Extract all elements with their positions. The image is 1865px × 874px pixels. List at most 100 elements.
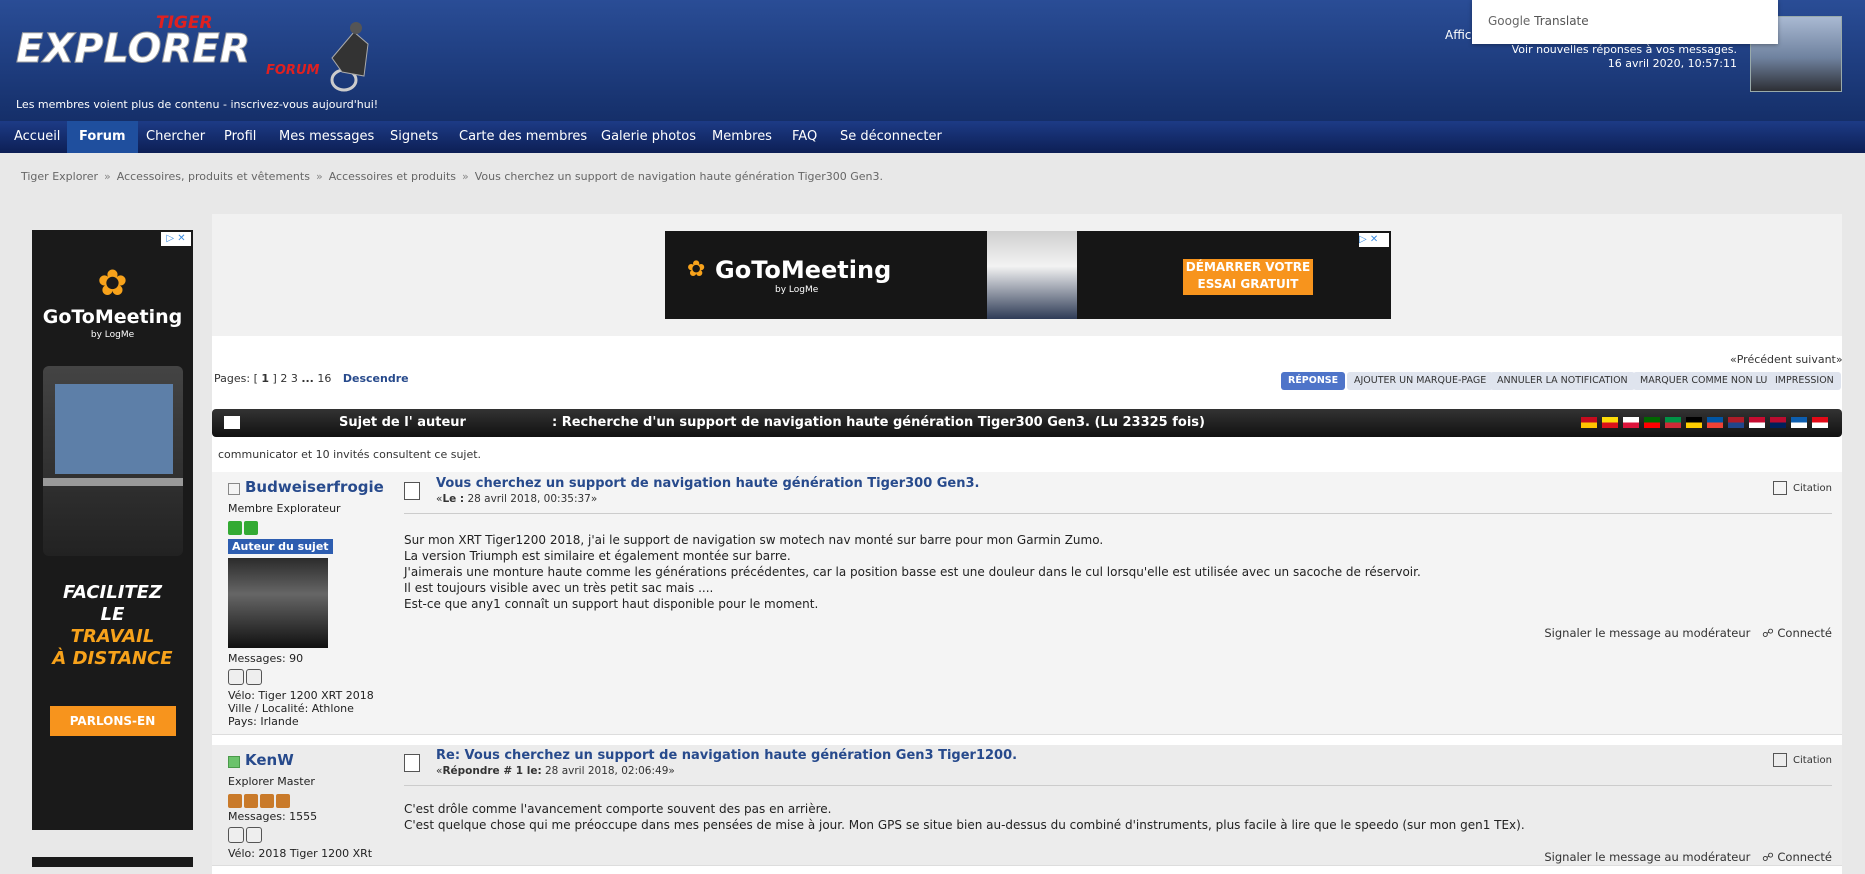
quote-icon: [1773, 753, 1788, 767]
post-subject[interactable]: Re: Vous cherchez un support de navigati…: [436, 748, 1017, 763]
page-link[interactable]: 2: [280, 372, 287, 385]
report-link[interactable]: Signaler le message au modérateur: [1544, 850, 1750, 864]
polish-flag[interactable]: [1623, 417, 1639, 428]
offline-status-icon: [228, 483, 240, 495]
message-icon[interactable]: [246, 669, 262, 685]
quote-button[interactable]: Citation: [1773, 753, 1832, 767]
page-link[interactable]: 16: [317, 372, 331, 385]
author-name[interactable]: KenW: [245, 751, 294, 769]
nav-carte-membres[interactable]: Carte des membres: [447, 121, 599, 153]
danish-flag[interactable]: [1749, 417, 1765, 428]
woman-image: [987, 231, 1077, 319]
rank-star-icon: [276, 794, 290, 808]
ad-headline-2: LE: [100, 604, 125, 625]
catalan-flag[interactable]: [1602, 417, 1618, 428]
topic-title: : Recherche d'un support de navigation h…: [552, 415, 1205, 430]
turkish-flag[interactable]: [1812, 417, 1828, 428]
nav-membres[interactable]: Membres: [700, 121, 784, 153]
forum-logo[interactable]: TIGER EXPLORER FORUM: [16, 13, 416, 104]
rank-stars: [228, 794, 388, 808]
top-ad-brand: GoToMeeting: [715, 256, 892, 284]
top-ad-close-icon[interactable]: ▷ ✕: [1359, 233, 1389, 247]
reply-button[interactable]: RÉPONSE: [1281, 372, 1346, 390]
quote-button[interactable]: Citation: [1773, 481, 1832, 495]
nav-mes-messages[interactable]: Mes messages: [267, 121, 386, 153]
google-translate-popup[interactable]: Google Translate: [1472, 0, 1778, 44]
author-column-label: Sujet de l' auteur: [339, 415, 466, 430]
tagline: Les membres voient plus de contenu - ins…: [16, 98, 379, 111]
post-date: «Le : 28 avril 2018, 00:35:37»: [436, 493, 598, 505]
author-avatar: [228, 558, 328, 648]
spanish-flag[interactable]: [1581, 417, 1597, 428]
ad-close-icon[interactable]: ▷ ✕: [161, 232, 191, 246]
breadcrumb-item[interactable]: Tiger Explorer: [21, 170, 98, 183]
viewer-user[interactable]: communicator: [218, 448, 298, 461]
top-ad-cta-button[interactable]: DÉMARRER VOTRE ESSAI GRATUIT: [1183, 259, 1313, 295]
author-messages: Messages: 90: [228, 652, 304, 665]
nav-faq[interactable]: FAQ: [780, 121, 829, 153]
profile-icon[interactable]: [228, 827, 244, 843]
post-footer: Signaler le message au modérateur ☍ Conn…: [1544, 850, 1832, 864]
profile-icon[interactable]: [228, 669, 244, 685]
unnotify-button[interactable]: ANNULER LA NOTIFICATION: [1490, 372, 1635, 390]
post-author-panel: KenW Explorer Master Messages: 1555 Vélo…: [228, 751, 388, 860]
post-author-panel: Budweiserfrogie Membre Explorateur Auteu…: [228, 478, 388, 728]
page-link[interactable]: 3: [291, 372, 298, 385]
nav-profil[interactable]: Profil: [212, 121, 268, 153]
top-ad-cta-1: DÉMARRER VOTRE: [1185, 260, 1311, 274]
top-advertisement[interactable]: ▷ ✕ ✿ GoToMeeting by LogMe DÉMARRER VOTR…: [665, 231, 1391, 319]
gotomeeting-logo-icon: ✿: [97, 263, 128, 304]
ad-cta-button[interactable]: PARLONS-EN: [49, 706, 176, 736]
author-messages: Messages: 1555: [228, 810, 318, 823]
language-flags: [1576, 417, 1828, 432]
logo-main-text: EXPLORER: [16, 26, 250, 72]
author-name[interactable]: Budweiserfrogie: [245, 478, 384, 496]
german-flag[interactable]: [1686, 417, 1702, 428]
post-subject[interactable]: Vous cherchez un support de navigation h…: [436, 476, 980, 491]
viewers-info: communicator et 10 invités consultent ce…: [218, 448, 481, 461]
post-body: Vous cherchez un support de navigation h…: [404, 476, 1832, 734]
scroll-down-link[interactable]: Descendre: [343, 372, 409, 385]
post-icon: [404, 482, 420, 500]
french-flag[interactable]: [1707, 417, 1723, 428]
message-icon[interactable]: [246, 827, 262, 843]
bookmark-button[interactable]: AJOUTER UN MARQUE-PAGE: [1347, 372, 1494, 390]
breadcrumb-item[interactable]: Accessoires, produits et vêtements: [117, 170, 310, 183]
main-nav: Accueil Forum Chercher Profil Mes messag…: [0, 121, 1865, 153]
author-bike: Vélo: 2018 Tiger 1200 XRt: [228, 847, 373, 860]
rank-star-icon: [260, 794, 274, 808]
print-button[interactable]: IMPRESSION: [1768, 372, 1841, 390]
online-indicator: ☍ Connecté: [1762, 850, 1832, 864]
dutch-flag[interactable]: [1728, 417, 1744, 428]
online-status-icon: [228, 756, 240, 768]
new-replies-link[interactable]: Voir nouvelles réponses à vos messages.: [1512, 43, 1737, 57]
online-indicator: ☍ Connecté: [1762, 626, 1832, 640]
breadcrumb-item[interactable]: Accessoires et produits: [329, 170, 456, 183]
nav-galerie[interactable]: Galerie photos: [589, 121, 708, 153]
nav-forum[interactable]: Forum: [67, 121, 138, 153]
portuguese-flag[interactable]: [1644, 417, 1660, 428]
viewer-rest: et 10 invités consultent ce sujet.: [301, 448, 482, 461]
page-ellipsis: ...: [301, 372, 314, 385]
post-footer: Signaler le message au modérateur ☍ Conn…: [1544, 626, 1832, 640]
breadcrumb-item[interactable]: Vous cherchez un support de navigation h…: [475, 170, 883, 183]
translate-label: Translate: [1534, 14, 1589, 28]
nav-chercher[interactable]: Chercher: [134, 121, 217, 153]
post: KenW Explorer Master Messages: 1555 Vélo…: [212, 745, 1842, 866]
prev-next-link[interactable]: «Précédent suivant»: [1730, 353, 1843, 366]
left-advertisement-2[interactable]: [32, 857, 193, 867]
current-datetime: 16 avril 2020, 10:57:11: [1607, 57, 1737, 70]
mark-unread-button[interactable]: MARQUER COMME NON LU: [1633, 372, 1775, 390]
nav-deconnecter[interactable]: Se déconnecter: [828, 121, 954, 153]
nav-accueil[interactable]: Accueil: [2, 121, 72, 153]
top-ad-by: by LogMe: [775, 285, 819, 295]
nav-signets[interactable]: Signets: [378, 121, 450, 153]
author-rank: Membre Explorateur: [228, 502, 341, 515]
italian-flag[interactable]: [1665, 417, 1681, 428]
motorcycle-icon: [330, 22, 369, 92]
left-advertisement[interactable]: ▷ ✕ ✿ GoToMeeting by LogMe FACILITEZ LE …: [32, 230, 193, 830]
greek-flag[interactable]: [1791, 417, 1807, 428]
rank-star-icon: [244, 521, 258, 535]
norwegian-flag[interactable]: [1770, 417, 1786, 428]
report-link[interactable]: Signaler le message au modérateur: [1544, 626, 1750, 640]
